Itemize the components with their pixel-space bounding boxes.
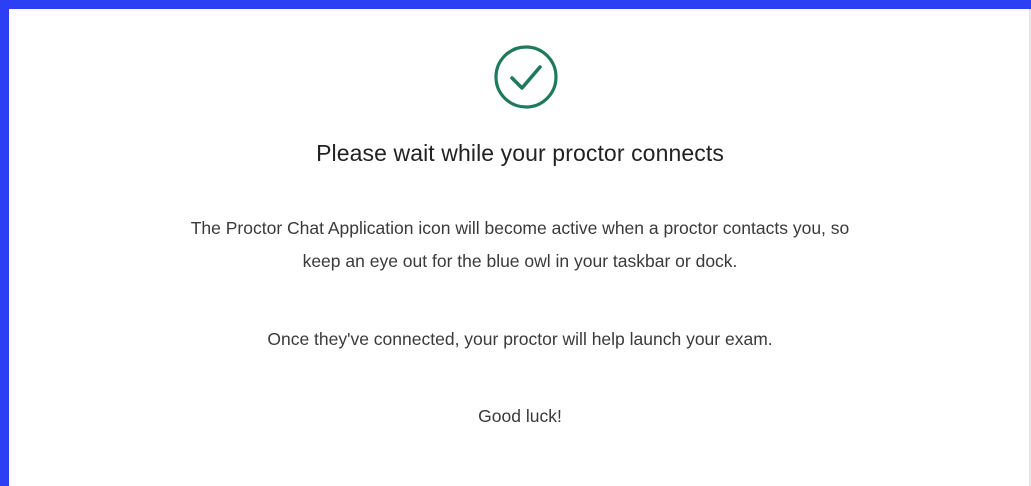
check-circle-icon bbox=[493, 44, 559, 110]
instruction-line-2: keep an eye out for the blue owl in your… bbox=[302, 251, 738, 271]
app-frame: Please wait while your proctor connects … bbox=[0, 0, 1031, 486]
connect-message: Once they've connected, your proctor wil… bbox=[267, 329, 773, 349]
instruction-line-1: The Proctor Chat Application icon will b… bbox=[190, 218, 850, 238]
waiting-panel: Please wait while your proctor connects … bbox=[9, 9, 1031, 486]
good-luck-message: Good luck! bbox=[478, 406, 562, 426]
page-title: Please wait while your proctor connects bbox=[316, 140, 724, 166]
